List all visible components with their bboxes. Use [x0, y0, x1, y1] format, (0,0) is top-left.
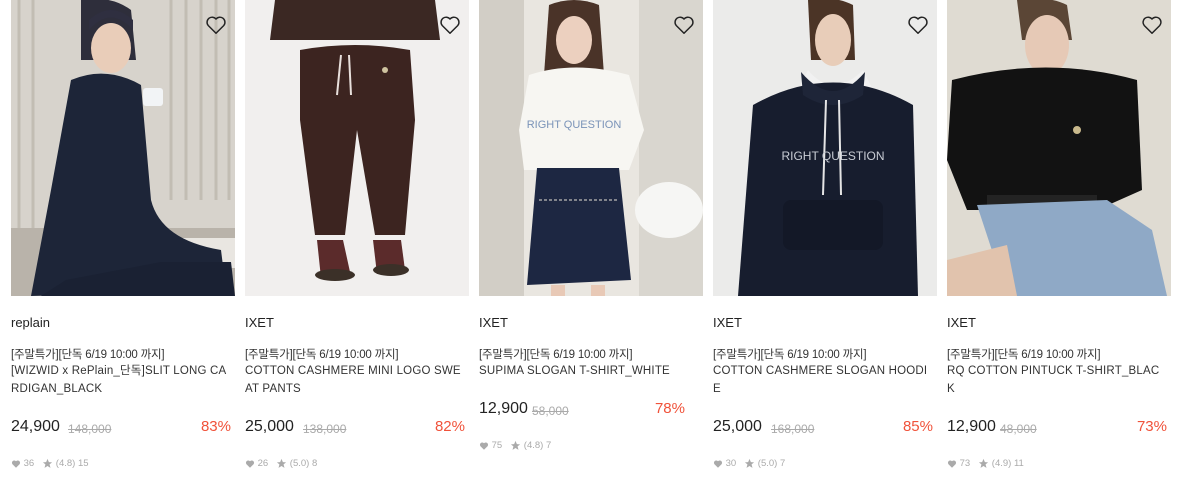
heart-small-icon	[245, 459, 255, 468]
product-meta: 73 (4.9) 11	[947, 458, 1024, 469]
original-price: 168,000	[771, 422, 815, 436]
heart-outline-icon[interactable]	[673, 14, 695, 36]
product-card[interactable]: RIGHT QUESTION IXET [주말특가][단독 6/19 10:00…	[479, 0, 703, 484]
price-row: 25,000 138,000 82%	[245, 418, 465, 440]
star-icon	[511, 440, 521, 450]
product-image[interactable]	[11, 0, 235, 296]
heart-small-icon	[713, 459, 723, 468]
review-count: 7	[779, 458, 786, 469]
original-price: 148,000	[68, 422, 112, 436]
product-meta: 30 (5.0) 7	[713, 458, 785, 469]
discount-rate: 73%	[1136, 418, 1167, 435]
like-count: 36	[23, 458, 35, 469]
product-card[interactable]: RIGHT QUESTION IXET [주말특가][단독 6/19 10:00…	[713, 0, 937, 484]
rating: (5.0)	[289, 458, 310, 469]
original-price: 138,000	[303, 422, 347, 436]
promo-label: [주말특가][단독 6/19 10:00 까지]	[11, 349, 165, 361]
star-icon	[277, 458, 287, 468]
price-row: 12,900 58,000 78%	[479, 400, 699, 422]
discount-rate: 83%	[200, 418, 231, 435]
review-count: 15	[77, 458, 89, 469]
rating: (4.9)	[991, 458, 1012, 469]
star-icon	[745, 458, 755, 468]
heart-outline-icon[interactable]	[205, 14, 227, 36]
sale-price: 12,900	[479, 400, 528, 417]
product-image[interactable]	[245, 0, 469, 296]
discount-rate: 85%	[902, 418, 933, 435]
promo-label: [주말특가][단독 6/19 10:00 까지]	[713, 349, 867, 361]
heart-small-icon	[11, 459, 21, 468]
star-icon	[979, 458, 989, 468]
product-meta: 75 (4.8) 7	[479, 440, 551, 451]
product-card[interactable]: IXET [주말특가][단독 6/19 10:00 까지] COTTON CAS…	[245, 0, 469, 484]
product-card[interactable]: replain [주말특가][단독 6/19 10:00 까지] [WIZWID…	[11, 0, 235, 484]
product-name[interactable]: COTTON CASHMERE SLOGAN HOODIE	[713, 362, 931, 398]
price-row: 24,900 148,000 83%	[11, 418, 231, 440]
sale-price: 25,000	[713, 418, 762, 435]
brand-name[interactable]: IXET	[245, 315, 274, 330]
product-grid: replain [주말특가][단독 6/19 10:00 까지] [WIZWID…	[0, 0, 1187, 484]
original-price: 58,000	[532, 404, 569, 418]
heart-outline-icon[interactable]	[439, 14, 461, 36]
sale-price: 12,900	[947, 418, 996, 435]
product-meta: 36 (4.8) 15	[11, 458, 89, 469]
product-image[interactable]: RIGHT QUESTION	[479, 0, 703, 296]
star-icon	[43, 458, 53, 468]
product-card[interactable]: IXET [주말특가][단독 6/19 10:00 까지] RQ COTTON …	[947, 0, 1171, 484]
like-count: 30	[725, 458, 737, 469]
price-row: 12,900 48,000 73%	[947, 418, 1167, 440]
product-name[interactable]: RQ COTTON PINTUCK T-SHIRT_BLACK	[947, 362, 1165, 398]
brand-name[interactable]: replain	[11, 315, 50, 330]
like-count: 26	[257, 458, 269, 469]
brand-name[interactable]: IXET	[713, 315, 742, 330]
product-name[interactable]: SUPIMA SLOGAN T-SHIRT_WHITE	[479, 362, 697, 380]
like-count: 73	[959, 458, 971, 469]
rating: (4.8)	[55, 458, 76, 469]
product-image[interactable]	[947, 0, 1171, 296]
discount-rate: 82%	[434, 418, 465, 435]
svg-text:RIGHT QUESTION: RIGHT QUESTION	[781, 149, 884, 163]
product-meta: 26 (5.0) 8	[245, 458, 317, 469]
brand-name[interactable]: IXET	[947, 315, 976, 330]
heart-outline-icon[interactable]	[1141, 14, 1163, 36]
price-row: 25,000 168,000 85%	[713, 418, 933, 440]
review-count: 7	[545, 440, 552, 451]
rating: (5.0)	[757, 458, 778, 469]
svg-text:RIGHT QUESTION: RIGHT QUESTION	[527, 119, 622, 131]
heart-small-icon	[479, 441, 489, 450]
rating: (4.8)	[523, 440, 544, 451]
brand-name[interactable]: IXET	[479, 315, 508, 330]
review-count: 8	[311, 458, 318, 469]
product-name[interactable]: [WIZWID x RePlain_단독]SLIT LONG CARDIGAN_…	[11, 362, 229, 398]
sale-price: 25,000	[245, 418, 294, 435]
discount-rate: 78%	[654, 400, 685, 417]
heart-small-icon	[947, 459, 957, 468]
promo-label: [주말특가][단독 6/19 10:00 까지]	[479, 349, 633, 361]
heart-outline-icon[interactable]	[907, 14, 929, 36]
promo-label: [주말특가][단독 6/19 10:00 까지]	[947, 349, 1101, 361]
sale-price: 24,900	[11, 418, 60, 435]
product-image[interactable]: RIGHT QUESTION	[713, 0, 937, 296]
review-count: 11	[1013, 458, 1024, 469]
product-name[interactable]: COTTON CASHMERE MINI LOGO SWEAT PANTS	[245, 362, 463, 398]
original-price: 48,000	[1000, 422, 1037, 436]
promo-label: [주말특가][단독 6/19 10:00 까지]	[245, 349, 399, 361]
like-count: 75	[491, 440, 503, 451]
